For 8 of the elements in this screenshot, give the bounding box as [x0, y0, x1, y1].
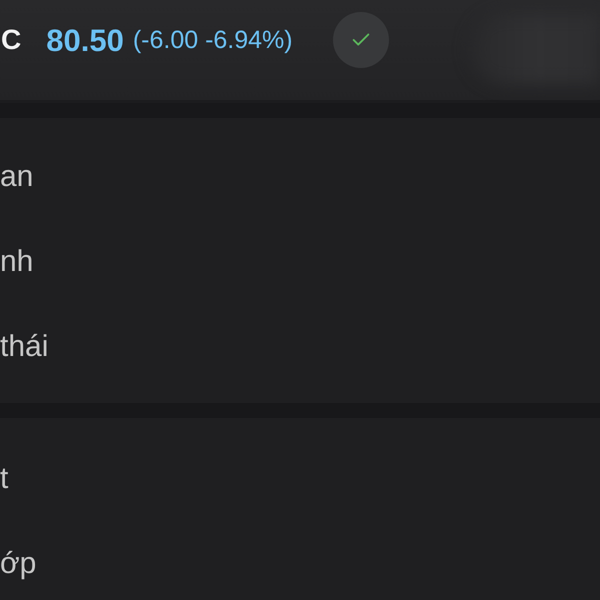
stock-symbol: C	[1, 26, 22, 54]
menu-item[interactable]: ớp	[0, 548, 36, 578]
menu-item[interactable]: nh	[0, 246, 34, 276]
menu-item[interactable]: an	[0, 162, 34, 192]
stock-price: 80.50	[46, 24, 124, 56]
menu-item[interactable]: thái	[0, 332, 48, 362]
menu-item[interactable]: t	[0, 464, 8, 494]
price-change: (-6.00 -6.94%)	[132, 28, 293, 52]
